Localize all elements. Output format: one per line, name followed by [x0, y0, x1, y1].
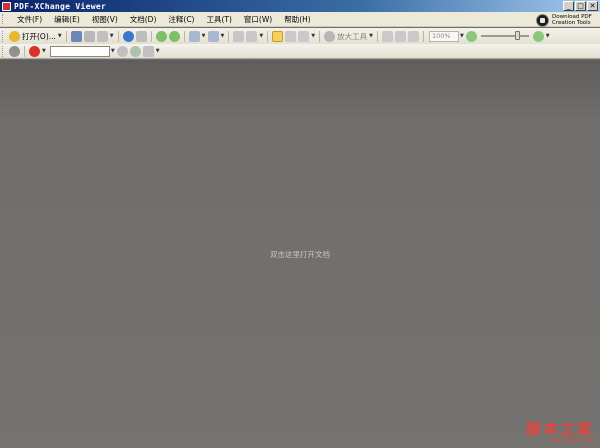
- watermark: 脚本之家 www.jb51.net: [526, 421, 594, 444]
- ocr-icon[interactable]: [135, 30, 147, 42]
- minimize-button[interactable]: _: [563, 1, 574, 11]
- main-toolbar: 打开(O)... ▼ ▼ ▼ ▼ ▼ ▼ 放大工具 ▼ 100% ▼ ▼: [0, 28, 600, 44]
- open-folder-icon[interactable]: [9, 30, 20, 42]
- search-go-icon[interactable]: [116, 45, 128, 57]
- menu-window[interactable]: 窗口(W): [238, 14, 278, 25]
- title-bar: PDF-XChange Viewer _ □ ✕: [0, 0, 600, 12]
- menu-comment[interactable]: 注释(C): [162, 14, 200, 25]
- menu-file[interactable]: 文件(F): [11, 14, 48, 25]
- download-icon: [536, 13, 549, 27]
- menu-bar: 文件(F) 编辑(E) 视图(V) 文档(D) 注释(C) 工具(T) 窗口(W…: [0, 12, 600, 27]
- document-area[interactable]: 双击这里打开文档 脚本之家 www.jb51.net: [0, 60, 600, 448]
- hand-tool-icon[interactable]: [272, 30, 284, 42]
- toolbar-grip[interactable]: [2, 30, 5, 42]
- menu-edit[interactable]: 编辑(E): [48, 14, 86, 25]
- menu-view[interactable]: 视图(V): [86, 14, 124, 25]
- zoom-tool-label[interactable]: 放大工具: [337, 31, 367, 42]
- zoom-slider[interactable]: [480, 31, 529, 40]
- promo-line2: Creation Tools: [552, 20, 591, 26]
- scan-icon[interactable]: [122, 30, 134, 42]
- menu-document[interactable]: 文档(D): [124, 14, 163, 25]
- fit-width-icon[interactable]: [407, 30, 419, 42]
- search-engine-icon[interactable]: [29, 45, 40, 57]
- forward-arrow-icon[interactable]: [168, 30, 180, 42]
- download-pdf-tools-button[interactable]: Download PDF Creation Tools: [536, 12, 598, 28]
- toolbar-grip-2[interactable]: [2, 45, 5, 57]
- save-icon[interactable]: [70, 30, 82, 42]
- secondary-toolbar: ▼ ▼ ▼: [0, 44, 600, 59]
- menu-tools[interactable]: 工具(T): [200, 14, 237, 25]
- redo-icon[interactable]: [207, 30, 219, 42]
- highlight-icon[interactable]: [142, 45, 154, 57]
- search-input[interactable]: [49, 45, 110, 57]
- close-button[interactable]: ✕: [587, 1, 598, 11]
- print-icon[interactable]: [83, 30, 95, 42]
- fit-page-icon[interactable]: [394, 30, 406, 42]
- watermark-main: 脚本之家: [525, 420, 594, 438]
- menu-help[interactable]: 帮助(H): [278, 14, 317, 25]
- zoom-slider-thumb[interactable]: [514, 31, 520, 40]
- maximize-button[interactable]: □: [575, 1, 586, 11]
- zoom-level-input[interactable]: 100%: [428, 30, 459, 42]
- zoom-in-icon[interactable]: [532, 30, 544, 42]
- window-title: PDF-XChange Viewer: [14, 1, 107, 11]
- search-options-icon[interactable]: [129, 45, 141, 57]
- select-text-icon[interactable]: [285, 30, 297, 42]
- open-dropdown-arrow[interactable]: ▼: [58, 33, 62, 39]
- actual-size-icon[interactable]: [381, 30, 393, 42]
- find-icon[interactable]: [9, 45, 20, 57]
- window-controls: _ □ ✕: [563, 1, 598, 11]
- rotate-icon[interactable]: [233, 30, 245, 42]
- zoom-out-icon[interactable]: [465, 30, 477, 42]
- watermark-url: www.jb51.net: [550, 437, 594, 444]
- back-arrow-icon[interactable]: [155, 30, 167, 42]
- open-document-hint[interactable]: 双击这里打开文档: [0, 249, 600, 260]
- email-icon[interactable]: [96, 30, 108, 42]
- zoom-tool-icon[interactable]: [324, 30, 336, 42]
- menu-grip[interactable]: [2, 14, 5, 24]
- snapshot-icon[interactable]: [298, 30, 310, 42]
- app-icon: [2, 1, 11, 11]
- open-button-label[interactable]: 打开(O)...: [22, 31, 56, 42]
- rotate-page-icon[interactable]: [246, 30, 258, 42]
- undo-icon[interactable]: [188, 30, 200, 42]
